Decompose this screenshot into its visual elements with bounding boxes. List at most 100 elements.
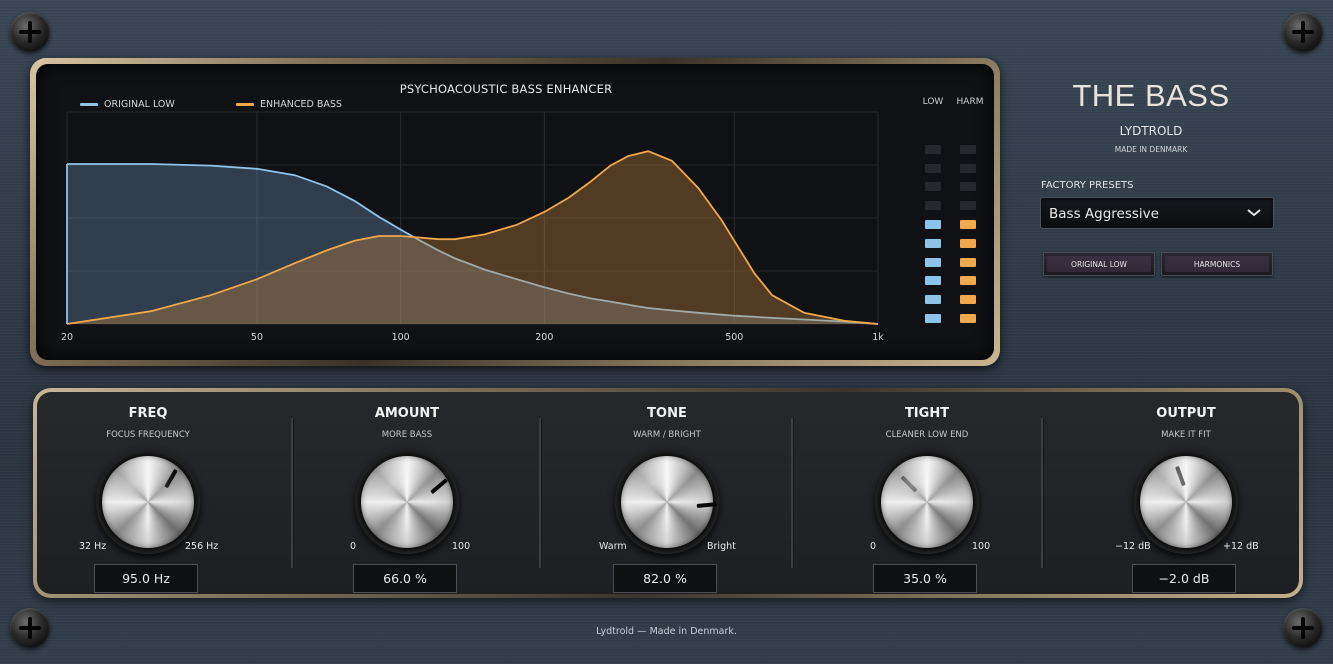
divider bbox=[791, 418, 793, 568]
legend-label-original: ORIGINAL LOW bbox=[104, 99, 175, 110]
meter-harm-segment bbox=[960, 276, 976, 286]
meter-low-segment bbox=[925, 163, 941, 173]
tone-knob[interactable] bbox=[615, 450, 719, 554]
amount-max-label: 100 bbox=[452, 541, 471, 552]
freq-min-label: 32 Hz bbox=[79, 541, 107, 552]
meter-low-segment bbox=[925, 314, 941, 323]
tight-subtitle: CLEANER LOW END bbox=[885, 430, 969, 440]
divider bbox=[539, 418, 541, 568]
tone-value-field[interactable]: 82.0 % bbox=[613, 564, 717, 593]
chevron-down-icon bbox=[1247, 209, 1261, 217]
output-value-field[interactable]: −2.0 dB bbox=[1132, 564, 1236, 593]
knob-face bbox=[881, 456, 973, 548]
spectrum-display: 20 50 100 200 500 1k PSYCHOACOUSTIC BASS ENHA… bbox=[36, 64, 994, 360]
x-tick-label: 100 bbox=[392, 332, 410, 343]
output-section: OUTPUT MAKE IT FIT −12 dB +12 dB −2.0 dB bbox=[1066, 392, 1306, 594]
tone-title: TONE bbox=[647, 406, 687, 421]
amount-subtitle: MORE BASS bbox=[381, 430, 433, 440]
knob-face bbox=[1140, 456, 1232, 548]
freq-subtitle: FOCUS FREQUENCY bbox=[106, 430, 190, 440]
meter-harm-segment bbox=[960, 238, 976, 248]
freq-title: FREQ bbox=[128, 406, 168, 421]
amount-min-label: 0 bbox=[350, 541, 357, 552]
meter-low-segment bbox=[925, 257, 941, 267]
chart-title: PSYCHOACOUSTIC BASS ENHANCER bbox=[399, 82, 613, 96]
screw-top-left-icon bbox=[10, 12, 50, 52]
legend-label-enhanced: ENHANCED BASS bbox=[260, 99, 342, 110]
knob-pointer bbox=[900, 475, 935, 510]
tight-min-label: 0 bbox=[870, 541, 877, 552]
legend-original-low: ORIGINAL LOW bbox=[80, 99, 175, 110]
meter-low-segment bbox=[925, 238, 941, 248]
brand-title: THE BASS bbox=[1072, 78, 1230, 113]
x-tick-label: 20 bbox=[61, 332, 73, 343]
screw-top-right-icon bbox=[1283, 12, 1323, 52]
freq-max-label: 256 Hz bbox=[185, 541, 219, 552]
preset-dropdown[interactable]: Bass Aggressive bbox=[1040, 197, 1274, 229]
meter-harm-segment bbox=[960, 201, 976, 211]
knob-panel-inner: FREQ FOCUS FREQUENCY 32 Hz 256 Hz 95.0 H… bbox=[37, 392, 1299, 594]
x-tick-label: 1k bbox=[872, 332, 884, 343]
tight-section: TIGHT CLEANER LOW END 0 100 35.0 % bbox=[807, 392, 1047, 594]
tone-min-label: Warm bbox=[599, 541, 627, 552]
legend-enhanced-bass: ENHANCED BASS bbox=[236, 99, 342, 110]
preset-selected-value: Bass Aggressive bbox=[1049, 206, 1159, 222]
knob-face bbox=[621, 456, 718, 548]
meter-harm-segment bbox=[960, 220, 976, 229]
brand-company: LYDTROLD bbox=[1119, 124, 1183, 138]
meter-harm-segment bbox=[960, 163, 976, 173]
amount-title: AMOUNT bbox=[374, 406, 440, 421]
x-tick-label: 500 bbox=[725, 332, 743, 343]
tight-max-label: 100 bbox=[972, 541, 991, 552]
amount-value-field[interactable]: 66.0 % bbox=[353, 564, 457, 593]
presets-label: FACTORY PRESETS bbox=[1041, 180, 1134, 191]
legend-swatch-original bbox=[80, 103, 98, 106]
knob-face bbox=[361, 456, 453, 548]
amount-section: AMOUNT MORE BASS 0 100 66.0 % bbox=[287, 392, 527, 594]
meter-low-segment bbox=[925, 220, 941, 229]
harmonics-toggle-label: HARMONICS bbox=[1193, 259, 1241, 269]
amount-knob[interactable] bbox=[355, 450, 459, 554]
tone-max-label: Bright bbox=[707, 541, 736, 552]
tone-section: TONE WARM / BRIGHT Warm Bright 82.0 % bbox=[547, 392, 787, 594]
tight-knob[interactable] bbox=[875, 450, 979, 554]
meter-low-segment bbox=[925, 276, 941, 286]
x-tick-label: 200 bbox=[535, 332, 553, 343]
meter-low-segment bbox=[925, 295, 941, 305]
spectrum-chart: 20 50 100 200 500 1k bbox=[61, 111, 884, 343]
meter-low-segment bbox=[925, 144, 941, 154]
x-tick-label: 50 bbox=[251, 332, 263, 343]
knob-pointer bbox=[412, 478, 448, 509]
harmonics-toggle[interactable]: HARMONICS bbox=[1161, 252, 1273, 276]
tight-title: TIGHT bbox=[904, 406, 950, 421]
freq-section: FREQ FOCUS FREQUENCY 32 Hz 256 Hz 95.0 H… bbox=[28, 392, 268, 594]
output-subtitle: MAKE IT FIT bbox=[1161, 430, 1211, 440]
knob-pointer bbox=[1175, 465, 1194, 508]
freq-value-field[interactable]: 95.0 Hz bbox=[94, 564, 198, 593]
original-low-toggle[interactable]: ORIGINAL LOW bbox=[1043, 252, 1155, 276]
meter-harm-segment bbox=[960, 182, 976, 192]
plugin-window: 20 50 100 200 500 1k PSYCHOACOUSTIC BASS ENHA… bbox=[0, 0, 1333, 664]
brand-tagline: MADE IN DENMARK bbox=[1114, 145, 1188, 154]
meter-low-segment bbox=[925, 201, 941, 211]
meter-harm-label: HARM bbox=[956, 97, 984, 107]
tight-value-field[interactable]: 35.0 % bbox=[873, 564, 977, 593]
output-title: OUTPUT bbox=[1156, 406, 1216, 421]
knob-face bbox=[102, 456, 194, 548]
meter-harm-segment bbox=[960, 295, 976, 305]
output-min-label: −12 dB bbox=[1115, 541, 1151, 552]
meter-harm-segment bbox=[960, 257, 976, 267]
meter-low-label: LOW bbox=[922, 97, 944, 107]
meter-harm-segment bbox=[960, 314, 976, 323]
knob-panel: FREQ FOCUS FREQUENCY 32 Hz 256 Hz 95.0 H… bbox=[33, 388, 1303, 598]
original-low-toggle-label: ORIGINAL LOW bbox=[1071, 259, 1127, 269]
output-max-label: +12 dB bbox=[1223, 541, 1259, 552]
output-knob[interactable] bbox=[1134, 450, 1238, 554]
tone-subtitle: WARM / BRIGHT bbox=[633, 430, 701, 440]
freq-knob[interactable] bbox=[96, 450, 200, 554]
display-frame: 20 50 100 200 500 1k PSYCHOACOUSTIC BASS ENHA… bbox=[30, 58, 1000, 366]
meter-low-segment bbox=[925, 182, 941, 192]
meter-harm-segment bbox=[960, 144, 976, 154]
knob-pointer bbox=[152, 468, 178, 509]
footer-text: Lydtrold — Made in Denmark. bbox=[596, 626, 737, 637]
